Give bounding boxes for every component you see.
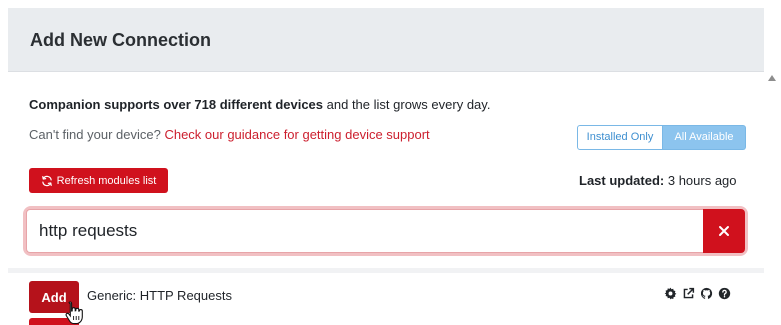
filter-toggle-group: Installed Only All Available (577, 125, 746, 150)
support-text: Companion supports over 718 different de… (29, 97, 490, 112)
last-updated-text: Last updated: 3 hours ago (579, 173, 737, 188)
last-updated-label: Last updated: (579, 173, 665, 188)
module-actions (664, 287, 731, 300)
refresh-modules-button[interactable]: Refresh modules list (29, 168, 168, 193)
support-count-text: Companion supports over 718 different de… (29, 97, 324, 112)
guidance-prefix: Can't find your device? (29, 127, 165, 142)
module-name: Generic: HTTP Requests (87, 288, 232, 303)
clear-search-button[interactable] (703, 209, 745, 253)
help-icon[interactable] (718, 287, 731, 300)
refresh-label: Refresh modules list (56, 174, 157, 187)
last-updated-value: 3 hours ago (664, 173, 737, 188)
scroll-up-arrow-icon[interactable] (768, 75, 776, 81)
search-input[interactable] (26, 209, 703, 253)
installed-only-button[interactable]: Installed Only (577, 125, 663, 150)
refresh-icon (41, 175, 52, 186)
close-icon (719, 226, 729, 236)
gear-icon[interactable] (664, 287, 677, 300)
guidance-link[interactable]: Check our guidance for getting device su… (164, 127, 429, 142)
support-rest-text: and the list grows every day. (323, 97, 491, 112)
scrollbar[interactable] (764, 72, 781, 325)
external-link-icon[interactable] (682, 287, 695, 300)
github-icon[interactable] (700, 287, 713, 300)
modal-title: Add New Connection (30, 30, 211, 50)
search-container (26, 209, 745, 253)
divider (8, 268, 764, 273)
all-available-button[interactable]: All Available (663, 125, 746, 150)
guidance-text: Can't find your device? Check our guidan… (29, 127, 430, 142)
modal-header: Add New Connection (8, 8, 764, 72)
hand-cursor-icon (65, 301, 83, 325)
